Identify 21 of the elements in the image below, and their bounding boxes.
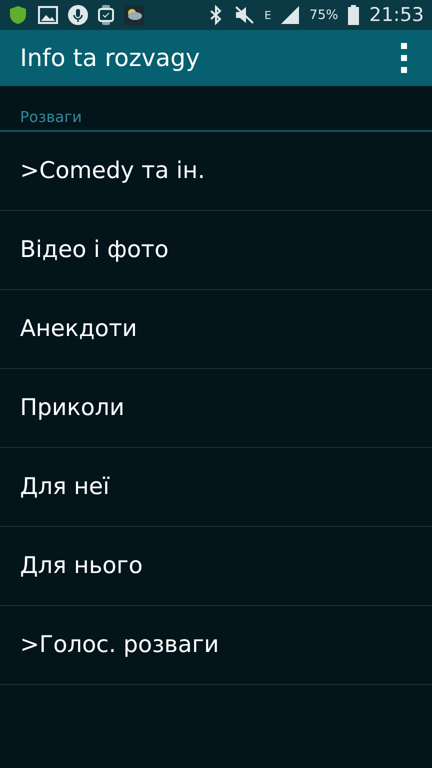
menu-item[interactable]: Відео і фото <box>0 211 432 290</box>
app-title: Info ta rozvagy <box>20 44 201 72</box>
menu-item[interactable]: Анекдоти <box>0 290 432 369</box>
weather-icon <box>124 5 144 25</box>
menu-item[interactable]: >Comedy та ін. <box>0 132 432 211</box>
battery-icon <box>348 5 360 25</box>
menu-item[interactable]: >Голос. розваги <box>0 606 432 685</box>
menu-item[interactable]: Для нього <box>0 527 432 606</box>
clock: 21:53 <box>369 4 424 26</box>
shield-icon <box>8 5 28 25</box>
signal-icon <box>281 6 300 24</box>
mute-icon <box>234 6 254 24</box>
menu-item[interactable]: Для неї <box>0 448 432 527</box>
section-header: Розваги <box>20 108 82 126</box>
battery-percent: 75% <box>309 8 338 22</box>
watch-icon <box>98 5 114 25</box>
menu-item[interactable]: Приколи <box>0 369 432 448</box>
image-icon <box>38 6 58 24</box>
network-type: E <box>264 10 272 20</box>
three-dots-icon <box>400 43 408 73</box>
microphone-icon <box>68 5 88 25</box>
